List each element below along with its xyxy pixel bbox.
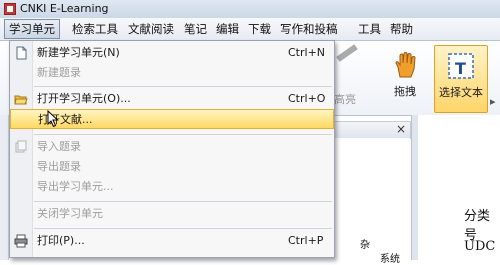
new-document-icon	[16, 46, 27, 60]
menu-bar: 学习单元 检索工具 文献阅读 笔记 编辑 下载 写作和投稿 工具 帮助	[0, 18, 500, 41]
window-title: CNKI E-Learning	[20, 2, 109, 15]
open-unit-label: 打开学习单元(O)...	[37, 92, 131, 105]
doc-fragment-3: 系统	[380, 254, 400, 265]
menu-item-import-topic[interactable]: 导入题录	[10, 137, 334, 157]
new-unit-shortcut: Ctrl+N	[288, 46, 326, 59]
select-text-label: 选择文本	[439, 86, 483, 99]
menu-help[interactable]: 帮助	[386, 20, 417, 38]
doc-fragment-1: 分类号	[464, 209, 491, 243]
panel-body: 杂 系统	[330, 138, 410, 265]
document-view: 分类号 UDC	[418, 115, 500, 260]
close-icon[interactable]: ×	[396, 122, 406, 136]
menu-notes[interactable]: 笔记	[180, 20, 211, 38]
open-unit-shortcut: Ctrl+O	[288, 92, 326, 105]
menu-separator	[34, 228, 332, 229]
import-topic-label: 导入题录	[37, 140, 81, 153]
hand-icon	[395, 51, 416, 78]
app-logo-icon	[4, 3, 16, 15]
menu-item-new-topic[interactable]: 新建题录	[10, 63, 334, 83]
menu-study-unit[interactable]: 学习单元	[4, 19, 60, 39]
menu-separator	[34, 134, 332, 135]
menu-tools[interactable]: 工具	[354, 20, 385, 38]
close-unit-label: 关闭学习单元	[37, 207, 103, 220]
export-unit-label: 导出学习单元...	[37, 180, 114, 193]
menu-search-tools[interactable]: 检索工具	[68, 20, 122, 38]
menu-doc-reading[interactable]: 文献阅读	[124, 20, 178, 38]
import-icon	[15, 140, 27, 153]
menu-separator	[34, 201, 332, 202]
printer-icon	[14, 234, 28, 248]
new-topic-label: 新建题录	[37, 66, 81, 79]
select-text-button[interactable]: T 选择文本	[434, 45, 488, 113]
left-panel-strip	[0, 115, 9, 260]
new-unit-label: 新建学习单元(N)	[37, 46, 120, 59]
doc-fragment-2: UDC	[464, 239, 496, 254]
menu-item-export-unit[interactable]: 导出学习单元...	[10, 177, 334, 197]
menu-separator	[34, 86, 332, 87]
menu-item-export-topic[interactable]: 导出题录	[10, 157, 334, 177]
toolbar-more-arrow[interactable]: ▸	[490, 95, 496, 108]
menu-download[interactable]: 下载	[244, 20, 275, 38]
print-label: 打印(P)...	[37, 234, 85, 247]
menu-edit[interactable]: 编辑	[212, 20, 243, 38]
menu-write-submit[interactable]: 写作和投稿	[276, 20, 342, 38]
panel-header: ×	[330, 121, 411, 139]
highlight-label: 高亮	[334, 93, 356, 106]
menu-item-close-unit[interactable]: 关闭学习单元	[10, 204, 334, 224]
open-folder-icon	[14, 95, 28, 105]
print-shortcut: Ctrl+P	[288, 234, 324, 247]
pan-tool-button[interactable]: 拖拽	[382, 45, 428, 111]
study-unit-dropdown: 新建学习单元(N) Ctrl+N 新建题录 打开学习单元(O)... Ctrl+…	[9, 40, 335, 258]
export-topic-label: 导出题录	[37, 160, 81, 173]
pan-label: 拖拽	[394, 85, 416, 98]
menu-item-print[interactable]: 打印(P)... Ctrl+P	[10, 231, 334, 251]
menu-item-open-unit[interactable]: 打开学习单元(O)... Ctrl+O	[10, 89, 334, 109]
select-text-glyph: T	[455, 59, 466, 78]
mouse-pointer-icon	[47, 110, 59, 128]
title-bar: CNKI E-Learning	[0, 0, 500, 18]
menu-item-new-unit[interactable]: 新建学习单元(N) Ctrl+N	[10, 43, 334, 63]
doc-fragment-4: 杂	[360, 240, 370, 251]
